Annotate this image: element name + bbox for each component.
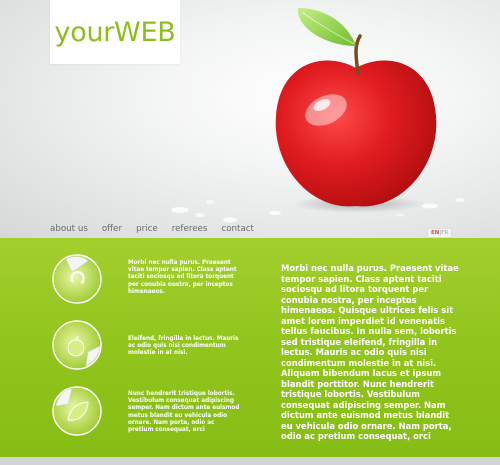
apple-illustration — [275, 8, 437, 213]
nav-offer[interactable]: offer — [102, 224, 122, 234]
main-body-text: Morbi nec nulla purus. Praesent vitae te… — [281, 263, 459, 441]
feature-text-1: Morbi nec nulla purus. Praesent vitae te… — [128, 260, 237, 295]
hero-banner: yourWEB about us offer price referees co… — [0, 0, 500, 238]
recycle-icon — [52, 254, 102, 304]
leaf-icon — [52, 386, 102, 436]
language-switcher: EN|FR — [427, 228, 453, 238]
footer-strip — [0, 457, 500, 465]
nav-about-us[interactable]: about us — [50, 224, 88, 234]
apple-icon — [52, 320, 102, 370]
nav-contact[interactable]: contact — [221, 224, 254, 234]
logo-box[interactable]: yourWEB — [50, 0, 180, 64]
main-nav: about us offer price referees contact — [50, 224, 268, 234]
nav-referees[interactable]: referees — [172, 224, 208, 234]
lang-fr[interactable]: FR — [441, 230, 448, 236]
feature-text-3: Nunc hendrerit tristique lobortis. Vesti… — [128, 391, 240, 434]
logo-text: yourWEB — [54, 16, 176, 48]
feature-text-2: Eleifend, fringilla in lectus. Mauris ac… — [128, 336, 239, 357]
nav-price[interactable]: price — [136, 224, 158, 234]
